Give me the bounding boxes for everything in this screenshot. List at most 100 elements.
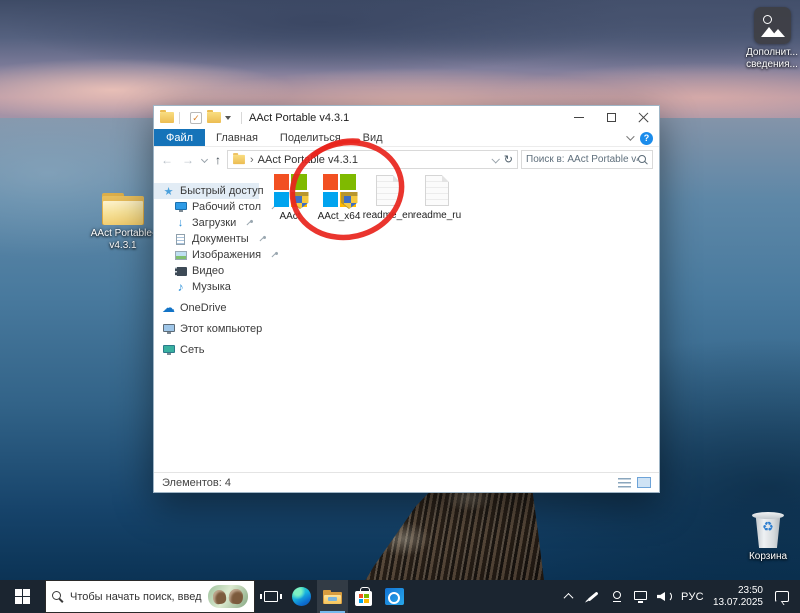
breadcrumb-chevron: ›	[250, 154, 254, 166]
details-view-icon[interactable]	[618, 478, 631, 488]
system-tray: РУС 23:50 13.07.2025	[561, 580, 800, 613]
qat-new-folder-icon[interactable]	[207, 112, 221, 123]
quick-access-star-icon: ★	[162, 185, 175, 198]
chevron-up-icon	[564, 593, 574, 603]
sidebar-item-documents[interactable]: Документы	[154, 231, 259, 247]
taskbar-store-button[interactable]	[348, 580, 379, 613]
desktop-icon-recycle-bin[interactable]: ♻ Корзина	[725, 510, 800, 563]
start-button[interactable]	[0, 580, 45, 613]
file-item-aact-x64[interactable]: AAct_x64	[316, 174, 362, 222]
up-button[interactable]: ↑	[212, 153, 224, 167]
safely-remove-hardware-button[interactable]	[609, 589, 624, 605]
pen-tray-button[interactable]	[585, 589, 600, 605]
network-tray-button[interactable]	[633, 589, 648, 605]
tab-file[interactable]: Файл	[154, 129, 205, 146]
sidebar-item-videos[interactable]: Видео	[154, 263, 259, 279]
sidebar-item-onedrive[interactable]: ☁ OneDrive	[154, 300, 259, 316]
sidebar-item-music[interactable]: ♪ Музыка	[154, 279, 259, 295]
ribbon-tabs: Файл Главная Поделиться Вид ?	[154, 129, 659, 147]
volume-tray-button[interactable]	[657, 589, 672, 605]
taskbar-outlook-button[interactable]	[379, 580, 410, 613]
back-button[interactable]: ←	[158, 153, 176, 167]
explorer-search[interactable]	[521, 150, 653, 169]
taskbar: РУС 23:50 13.07.2025	[0, 580, 800, 613]
language-indicator[interactable]: РУС	[681, 591, 704, 603]
volume-icon	[657, 591, 672, 603]
edge-icon	[292, 587, 311, 606]
maximize-button[interactable]	[595, 106, 627, 129]
network-icon	[162, 345, 175, 355]
forward-button[interactable]: →	[179, 153, 197, 167]
pictures-icon	[174, 251, 187, 260]
explorer-window: ✓ AAct Portable v4.3.1 Файл Главная Поде…	[153, 105, 660, 493]
desktop-icon-label: AAct Portable- v4.3.1	[91, 228, 155, 252]
items-count: Элементов: 4	[162, 477, 231, 489]
taskbar-search[interactable]	[45, 580, 255, 613]
maximize-icon	[607, 113, 616, 122]
pin-icon	[245, 219, 253, 227]
recycle-bin-icon: ♻	[751, 510, 785, 548]
file-item-readme-en[interactable]: readme_en	[365, 174, 411, 221]
address-bar[interactable]: › AAct Portable v4.3.1 ↻	[227, 150, 518, 169]
sidebar-item-pictures[interactable]: Изображения	[154, 247, 259, 263]
tab-share[interactable]: Поделиться	[269, 129, 352, 146]
tab-view[interactable]: Вид	[352, 129, 394, 146]
search-icon	[52, 591, 64, 603]
navigation-pane: ★ Быстрый доступ Рабочий стол ↓ Загрузки…	[154, 172, 259, 472]
tray-time: 23:50	[713, 585, 763, 597]
search-highlight-image[interactable]	[208, 585, 248, 608]
text-file-icon	[425, 175, 449, 206]
clock[interactable]: 23:50 13.07.2025	[713, 585, 763, 609]
sidebar-item-this-pc[interactable]: Этот компьютер	[154, 321, 259, 337]
desktop-icon	[174, 202, 187, 212]
network-status-icon	[634, 591, 647, 600]
desktop-icon-label: Корзина	[749, 551, 787, 563]
microsoft-store-icon	[355, 591, 372, 606]
address-dropdown-icon[interactable]	[491, 155, 499, 163]
status-bar: Элементов: 4	[154, 472, 659, 492]
breadcrumb[interactable]: AAct Portable v4.3.1	[258, 154, 358, 166]
windows-logo-app-icon	[274, 174, 307, 207]
onedrive-cloud-icon: ☁	[162, 303, 175, 313]
search-icon	[638, 155, 648, 165]
folder-icon	[102, 193, 144, 225]
text-file-icon	[376, 175, 400, 206]
address-folder-icon	[233, 155, 245, 164]
ribbon-expand-icon[interactable]	[626, 132, 634, 140]
desktop-icon-info[interactable]: Дополнит... сведения...	[729, 7, 800, 71]
sidebar-item-desktop[interactable]: Рабочий стол	[154, 199, 259, 215]
title-bar[interactable]: ✓ AAct Portable v4.3.1	[154, 106, 659, 129]
sidebar-item-network[interactable]: Сеть	[154, 342, 259, 358]
search-input[interactable]	[526, 154, 638, 165]
pen-icon	[587, 591, 598, 601]
show-hidden-icons-button[interactable]	[561, 589, 576, 605]
task-view-button[interactable]	[255, 580, 286, 613]
action-center-icon	[775, 591, 789, 602]
photo-icon	[754, 7, 791, 44]
help-icon[interactable]: ?	[640, 132, 653, 145]
qat-properties-icon[interactable]: ✓	[190, 112, 202, 124]
large-icons-view-icon[interactable]	[637, 477, 651, 488]
sidebar-item-quick-access[interactable]: ★ Быстрый доступ	[154, 183, 259, 199]
taskbar-search-input[interactable]	[70, 591, 202, 603]
file-list: AAct AAct_x64 readme_en	[259, 172, 659, 472]
file-item-readme-ru[interactable]: readme_ru	[414, 174, 460, 221]
action-center-button[interactable]	[772, 589, 792, 605]
this-pc-icon	[162, 324, 175, 334]
close-icon	[638, 112, 649, 123]
downloads-icon: ↓	[174, 217, 187, 229]
recent-locations-icon[interactable]	[201, 156, 208, 163]
minimize-button[interactable]	[563, 106, 595, 129]
outlook-icon	[385, 588, 404, 605]
taskbar-edge-button[interactable]	[286, 580, 317, 613]
sidebar-item-downloads[interactable]: ↓ Загрузки	[154, 215, 259, 231]
tab-home[interactable]: Главная	[205, 129, 269, 146]
qat-customize-icon[interactable]	[225, 116, 231, 120]
documents-icon	[174, 234, 187, 245]
music-icon: ♪	[174, 280, 187, 294]
file-item-aact[interactable]: AAct	[267, 174, 313, 222]
refresh-icon[interactable]: ↻	[504, 153, 513, 166]
close-button[interactable]	[627, 106, 659, 129]
taskbar-explorer-button[interactable]	[317, 580, 348, 613]
window-title: AAct Portable v4.3.1	[249, 112, 349, 124]
